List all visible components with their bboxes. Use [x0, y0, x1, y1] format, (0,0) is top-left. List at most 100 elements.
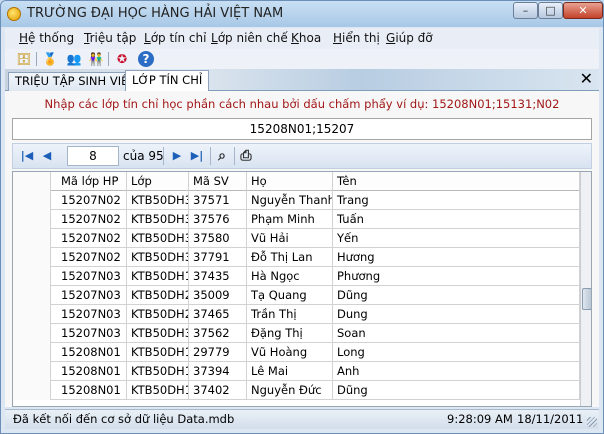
row-selector[interactable]	[13, 286, 51, 305]
close-tab-icon[interactable]: ✕	[580, 70, 593, 88]
cell-ma-sv[interactable]: 35009	[189, 286, 247, 305]
scrollbar-thumb[interactable]	[582, 288, 591, 310]
cell-ho[interactable]: Nguyễn Thanh	[247, 191, 333, 210]
row-selector[interactable]	[13, 324, 51, 343]
page-number-input[interactable]: 8	[67, 146, 119, 166]
table-row[interactable]: 15207N03 KTB50DH3 37562 Đặng Thị Soan	[13, 324, 580, 343]
column-header-ho[interactable]: Họ	[247, 172, 333, 191]
cell-ten[interactable]: Soan	[333, 324, 580, 343]
column-header-lop[interactable]: Lớp	[127, 172, 189, 191]
last-page-icon[interactable]: ▶|	[189, 148, 205, 164]
cell-ho[interactable]: Trần Thị	[247, 305, 333, 324]
cell-ho[interactable]: Đỗ Thị Lan	[247, 248, 333, 267]
cell-ho[interactable]: Tạ Quang	[247, 286, 333, 305]
row-selector[interactable]	[13, 191, 51, 210]
cell-ten[interactable]: Dũng	[333, 381, 580, 400]
table-row[interactable]: 15207N02 KTB50DH3 37571 Nguyễn Thanh Tra…	[13, 191, 580, 210]
cell-ma-lop-hp[interactable]: 15207N02	[51, 210, 127, 229]
cell-lop[interactable]: KTB50DH3	[127, 191, 189, 210]
cell-ma-lop-hp[interactable]: 15207N02	[51, 191, 127, 210]
menu-lop-nien-che[interactable]: Lớp niên chế	[211, 31, 288, 45]
table-row[interactable]: 15207N03 KTB50DH1 37435 Hà Ngọc Phương	[13, 267, 580, 286]
cell-ho[interactable]: Nguyễn Đức	[247, 381, 333, 400]
cell-lop[interactable]: KTB50DH3	[127, 324, 189, 343]
class-code-input[interactable]: 15208N01;15207	[12, 118, 592, 140]
cell-ma-sv[interactable]: 37562	[189, 324, 247, 343]
table-row[interactable]: 15208N01 KTB50DH1 37402 Nguyễn Đức Dũng	[13, 381, 580, 400]
table-row[interactable]: 15207N03 KTB50DH2 35009 Tạ Quang Dũng	[13, 286, 580, 305]
users-icon[interactable]: 🏅	[42, 51, 58, 67]
cell-ho[interactable]: Vũ Hải	[247, 229, 333, 248]
cell-ma-lop-hp[interactable]: 15207N03	[51, 267, 127, 286]
cell-ho[interactable]: Lê Mai	[247, 362, 333, 381]
cell-ma-lop-hp[interactable]: 15207N02	[51, 248, 127, 267]
cell-lop[interactable]: KTB50DH1	[127, 381, 189, 400]
cell-ten[interactable]: Tuấn	[333, 210, 580, 229]
cell-ten[interactable]: Yến	[333, 229, 580, 248]
row-selector[interactable]	[13, 229, 51, 248]
row-selector[interactable]	[13, 210, 51, 229]
cell-ten[interactable]: Trang	[333, 191, 580, 210]
cell-ma-sv[interactable]: 37465	[189, 305, 247, 324]
cell-lop[interactable]: KTB50DH1	[127, 362, 189, 381]
cell-lop[interactable]: KTB50DH1	[127, 267, 189, 286]
cell-ma-sv[interactable]: 37571	[189, 191, 247, 210]
menu-khoa[interactable]: Khoa	[291, 31, 321, 45]
table-row[interactable]: 15207N03 KTB50DH2 37465 Trần Thị Dung	[13, 305, 580, 324]
column-header-ma-lop-hp[interactable]: Mã lớp HP	[51, 172, 127, 191]
cell-ma-sv[interactable]: 37402	[189, 381, 247, 400]
close-button[interactable]: ✕	[563, 2, 603, 19]
cell-ma-lop-hp[interactable]: 15208N01	[51, 381, 127, 400]
table-row[interactable]: 15207N02 KTB50DH3 37791 Đỗ Thị Lan Hương	[13, 248, 580, 267]
cell-ma-lop-hp[interactable]: 15208N01	[51, 343, 127, 362]
cell-lop[interactable]: KTB50DH3	[127, 210, 189, 229]
cell-ma-sv[interactable]: 37394	[189, 362, 247, 381]
cell-ho[interactable]: Đặng Thị	[247, 324, 333, 343]
column-header-ten[interactable]: Tên	[333, 172, 580, 191]
cell-lop[interactable]: KTB50DH3	[127, 248, 189, 267]
resize-grip-icon[interactable]	[587, 417, 597, 427]
cell-lop[interactable]: KTB50DH2	[127, 286, 189, 305]
menu-he-thong[interactable]: Hệ thống	[19, 31, 74, 45]
table-row[interactable]: 15207N02 KTB50DH3 37576 Phạm Minh Tuấn	[13, 210, 580, 229]
row-selector[interactable]	[13, 248, 51, 267]
next-page-icon[interactable]: ▶	[169, 148, 185, 164]
database-icon[interactable]: 🗄	[16, 51, 32, 67]
cell-ten[interactable]: Dung	[333, 305, 580, 324]
cell-ten[interactable]: Dũng	[333, 286, 580, 305]
row-selector[interactable]	[13, 305, 51, 324]
menu-lop-tin-chi[interactable]: Lớp tín chỉ	[144, 31, 206, 45]
team-icon[interactable]: 👫	[88, 51, 104, 67]
title-bar[interactable]: TRƯỜNG ĐẠI HỌC HÀNG HẢI VIỆT NAM – □ ✕	[1, 1, 603, 27]
row-selector[interactable]	[13, 381, 51, 400]
cell-ma-lop-hp[interactable]: 15207N03	[51, 305, 127, 324]
cell-ma-sv[interactable]: 37791	[189, 248, 247, 267]
column-header-ma-sv[interactable]: Mã SV	[189, 172, 247, 191]
tab-trieu-tap-sinh-vien[interactable]: TRIỆU TẬP SINH VIÊN	[8, 72, 144, 91]
first-page-icon[interactable]: |◀	[19, 148, 35, 164]
help-icon[interactable]: ?	[138, 51, 154, 67]
table-row[interactable]: 15208N01 KTB50DH1 29779 Vũ Hoàng Long	[13, 343, 580, 362]
row-selector[interactable]	[13, 267, 51, 286]
maximize-button[interactable]: □	[538, 2, 563, 19]
cell-ma-sv[interactable]: 37580	[189, 229, 247, 248]
cell-ten[interactable]: Hương	[333, 248, 580, 267]
badge-icon[interactable]: ✪	[114, 51, 130, 67]
cell-ma-lop-hp[interactable]: 15207N03	[51, 286, 127, 305]
cell-ho[interactable]: Hà Ngọc	[247, 267, 333, 286]
cell-ho[interactable]: Vũ Hoàng	[247, 343, 333, 362]
print-icon[interactable]: ⎙	[238, 148, 254, 164]
cell-lop[interactable]: KTB50DH1	[127, 343, 189, 362]
cell-ma-sv[interactable]: 37435	[189, 267, 247, 286]
menu-trieu-tap[interactable]: Triệu tập	[84, 31, 136, 45]
cell-ma-lop-hp[interactable]: 15207N03	[51, 324, 127, 343]
cell-lop[interactable]: KTB50DH2	[127, 305, 189, 324]
cell-ho[interactable]: Phạm Minh	[247, 210, 333, 229]
search-icon[interactable]: ⌕	[214, 148, 230, 164]
table-row[interactable]: 15208N01 KTB50DH1 37394 Lê Mai Anh	[13, 362, 580, 381]
tab-lop-tin-chi[interactable]: LỚP TÍN CHỈ	[125, 70, 210, 92]
prev-page-icon[interactable]: ◀	[39, 148, 55, 164]
menu-hien-thi[interactable]: Hiển thị	[333, 31, 380, 45]
row-selector[interactable]	[13, 343, 51, 362]
group-icon[interactable]: 👥	[66, 51, 82, 67]
